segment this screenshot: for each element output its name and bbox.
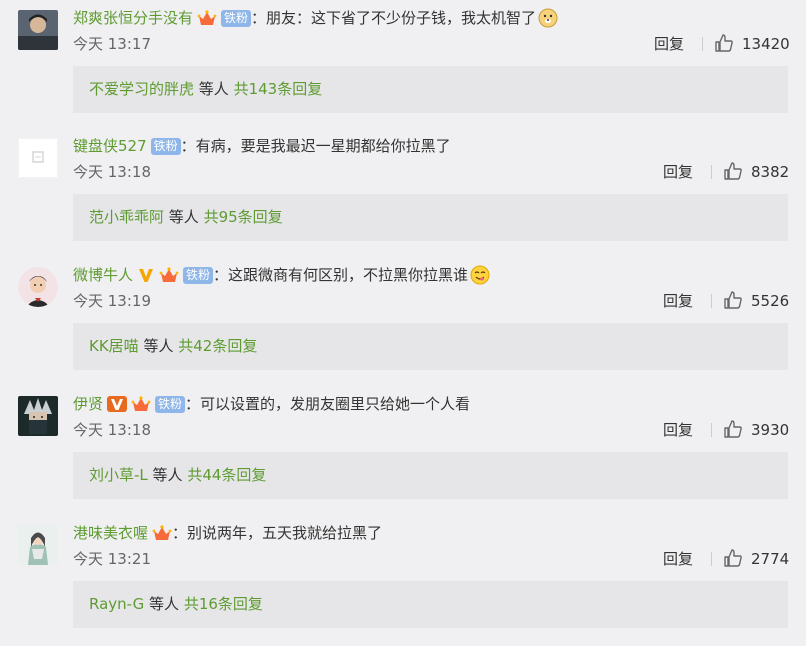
crown-badge-icon [197, 8, 217, 28]
divider [711, 165, 712, 179]
divider [711, 294, 712, 308]
reply-count-link[interactable]: 共143条回复 [234, 80, 323, 98]
doge-emoji-icon [538, 8, 558, 28]
comment-header: 伊贤 铁粉 ：可以设置的，发朋友圈里只给她一个人看 [73, 392, 470, 416]
username-link[interactable]: 微博牛人 [73, 263, 133, 287]
verified-v-icon [137, 266, 155, 284]
crown-badge-icon [131, 394, 151, 414]
thumbs-up-icon[interactable] [723, 290, 743, 310]
thumbs-up-icon[interactable] [723, 161, 743, 181]
comment-item: 键盘侠527 铁粉 ：有病，要是我最迟一星期都给你拉黑了 今天 13:18 回复… [0, 128, 806, 257]
avatar[interactable] [18, 525, 58, 565]
like-count: 2774 [751, 550, 790, 568]
divider [702, 37, 703, 51]
comment-time: 今天 13:18 [73, 421, 151, 439]
comment-time: 今天 13:19 [73, 292, 151, 310]
username-link[interactable]: 郑爽张恒分手没有 [73, 6, 193, 30]
username-link[interactable]: 港味美衣喔 [73, 521, 148, 545]
avatar[interactable] [18, 138, 58, 178]
comment-time: 今天 13:21 [73, 550, 151, 568]
reply-username-link[interactable]: 不爱学习的胖虎 [89, 80, 194, 98]
reply-username-link[interactable]: Rayn-G [89, 595, 144, 613]
comment-header: 港味美衣喔 ：别说两年，五天我就给拉黑了 [73, 521, 382, 545]
avatar[interactable] [18, 10, 58, 50]
thumbs-up-icon[interactable] [723, 548, 743, 568]
thumbs-up-icon[interactable] [714, 33, 734, 53]
comment-text: ：朋友：这下省了不少份子钱，我太机智了 [251, 9, 537, 27]
fan-badge: 铁粉 [183, 266, 214, 284]
fan-badge: 铁粉 [221, 9, 252, 27]
replies-summary[interactable]: 不爱学习的胖虎 等人 共143条回复 [73, 66, 788, 113]
reply-button[interactable]: 回复 [654, 34, 684, 54]
reply-count-link[interactable]: 共95条回复 [204, 208, 283, 226]
comment-text: ：别说两年，五天我就给拉黑了 [172, 524, 383, 542]
reply-username-link[interactable]: 范小乖乖阿 [89, 208, 164, 226]
comment-item: 郑爽张恒分手没有 铁粉 ：朋友：这下省了不少份子钱，我太机智了 今天 13:17… [0, 0, 806, 129]
crown-badge-icon [159, 265, 179, 285]
comment-header: 微博牛人 铁粉 ：这跟微商有何区别，不拉黑你拉黑谁 [73, 263, 490, 287]
divider [711, 552, 712, 566]
reply-summary-text: 等人 [144, 595, 184, 613]
comment-text: ：这跟微商有何区别，不拉黑你拉黑谁 [213, 266, 469, 284]
comment-text: ：可以设置的，发朋友圈里只给她一个人看 [185, 395, 471, 413]
thumbs-up-icon[interactable] [723, 419, 743, 439]
comment-header: 键盘侠527 铁粉 ：有病，要是我最迟一星期都给你拉黑了 [73, 134, 451, 158]
comment-item: 港味美衣喔 ：别说两年，五天我就给拉黑了 今天 13:21 回复 2774 Ra… [0, 515, 806, 644]
reply-count-link[interactable]: 共44条回复 [187, 466, 266, 484]
reply-username-link[interactable]: KK居喵 [89, 337, 139, 355]
replies-summary[interactable]: KK居喵 等人 共42条回复 [73, 323, 788, 370]
replies-summary[interactable]: 范小乖乖阿 等人 共95条回复 [73, 194, 788, 241]
comment-time: 今天 13:18 [73, 163, 151, 181]
comment-time: 今天 13:17 [73, 35, 151, 53]
avatar[interactable] [18, 396, 58, 436]
like-count: 3930 [751, 421, 790, 439]
username-link[interactable]: 伊贤 [73, 392, 103, 416]
comment-header: 郑爽张恒分手没有 铁粉 ：朋友：这下省了不少份子钱，我太机智了 [73, 6, 558, 30]
reply-button[interactable]: 回复 [663, 291, 693, 311]
reply-summary-text: 等人 [164, 208, 204, 226]
fan-badge: 铁粉 [150, 137, 181, 155]
comment-item: 伊贤 铁粉 ：可以设置的，发朋友圈里只给她一个人看 今天 13:18 回复 39… [0, 386, 806, 515]
reply-button[interactable]: 回复 [663, 420, 693, 440]
avatar[interactable] [18, 267, 58, 307]
verified-v-icon [107, 395, 128, 413]
divider [711, 423, 712, 437]
reply-count-link[interactable]: 共42条回复 [178, 337, 257, 355]
replies-summary[interactable]: Rayn-G 等人 共16条回复 [73, 581, 788, 628]
reply-username-link[interactable]: 刘小草-L [89, 466, 148, 484]
replies-summary[interactable]: 刘小草-L 等人 共44条回复 [73, 452, 788, 499]
like-count: 5526 [751, 292, 790, 310]
comment-item: 微博牛人 铁粉 ：这跟微商有何区别，不拉黑你拉黑谁 今天 13:19 回复 55… [0, 257, 806, 386]
like-count: 8382 [751, 163, 790, 181]
fan-badge: 铁粉 [155, 395, 186, 413]
crown-badge-icon [152, 523, 172, 543]
reply-summary-text: 等人 [194, 80, 234, 98]
username-link[interactable]: 键盘侠527 [73, 134, 147, 158]
reply-summary-text: 等人 [147, 466, 188, 484]
yummy-emoji-icon [470, 265, 490, 285]
reply-button[interactable]: 回复 [663, 162, 693, 182]
comment-text: ：有病，要是我最迟一星期都给你拉黑了 [180, 137, 451, 155]
reply-summary-text: 等人 [138, 337, 179, 355]
like-count: 13420 [742, 35, 790, 53]
reply-button[interactable]: 回复 [663, 549, 693, 569]
reply-count-link[interactable]: 共16条回复 [184, 595, 263, 613]
